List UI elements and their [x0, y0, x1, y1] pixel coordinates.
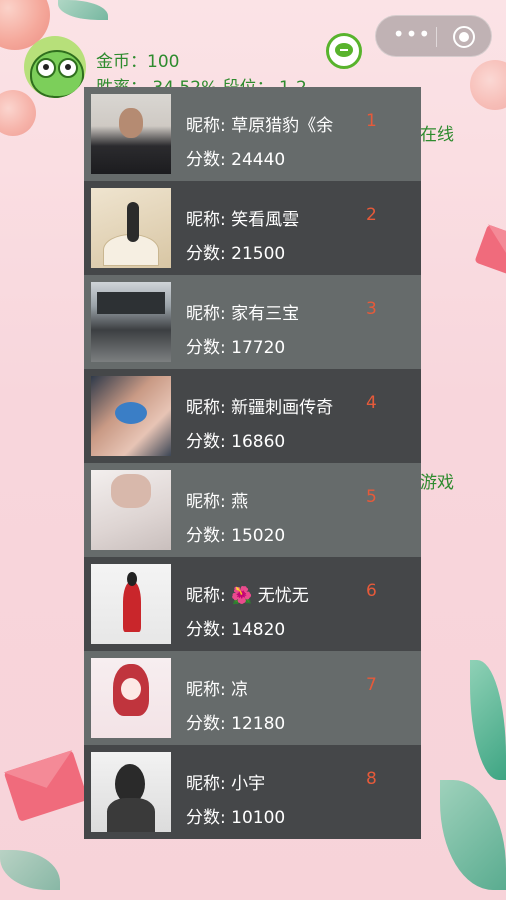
nickname-value: 草原猎豹《余 [231, 116, 334, 136]
player-score: 分数: 21500 [186, 239, 285, 264]
leaderboard-row[interactable]: 昵称: 家有三宝 分数: 17720 3 [84, 275, 421, 369]
nickname-label: 昵称: [186, 210, 232, 230]
nickname-value: 笑看風雲 [231, 210, 300, 230]
player-score: 分数: 14820 [186, 615, 285, 640]
leaderboard-panel: 昵称: 草原猎豹《余 分数: 24440 1 昵称: 笑看風雲 分数: 2150… [84, 87, 421, 841]
score-label: 分数: [186, 620, 232, 640]
leaf-decoration-bottom-right [440, 780, 506, 890]
leaderboard-row[interactable]: 昵称: 笑看風雲 分数: 21500 2 [84, 181, 421, 275]
nickname-value: 🌺 无忧无 [231, 586, 309, 606]
coins-stat: 金币：100 [96, 47, 179, 72]
leaderboard-row[interactable]: 昵称: 草原猎豹《余 分数: 24440 1 [84, 87, 421, 181]
player-nickname: 昵称: 凉 [186, 675, 248, 700]
score-value: 17720 [231, 338, 286, 358]
leaderboard-row[interactable]: 昵称: 小宇 分数: 10100 8 [84, 745, 421, 839]
player-score: 分数: 10100 [186, 803, 285, 828]
score-label: 分数: [186, 526, 232, 546]
nickname-label: 昵称: [186, 492, 232, 512]
nickname-label: 昵称: [186, 116, 232, 136]
capsule-divider [436, 27, 437, 47]
player-avatar [91, 376, 171, 456]
frog-eye-left [36, 58, 56, 78]
more-dots-icon[interactable]: ••• [390, 24, 434, 46]
nickname-value: 凉 [231, 680, 249, 700]
envelope-decoration-right [474, 224, 506, 276]
coins-label: 金币 [96, 52, 130, 72]
player-rank: 1 [366, 111, 377, 131]
coins-value: 100 [147, 52, 180, 72]
score-label: 分数: [186, 432, 232, 452]
player-avatar [91, 470, 171, 550]
score-value: 12180 [231, 714, 286, 734]
player-rank: 8 [366, 769, 377, 789]
score-value: 14820 [231, 620, 286, 640]
online-label[interactable]: 在线 [420, 120, 454, 145]
player-score: 分数: 24440 [186, 145, 285, 170]
score-label: 分数: [186, 338, 232, 358]
player-nickname: 昵称: 小宇 [186, 769, 265, 794]
player-nickname: 昵称: 燕 [186, 487, 248, 512]
rose-decoration-left [0, 90, 36, 136]
envelope-decoration-left [3, 750, 89, 822]
player-nickname: 昵称: 🌺 无忧无 [186, 581, 309, 606]
nickname-label: 昵称: [186, 586, 232, 606]
leaf-decoration-top [58, 0, 108, 20]
score-label: 分数: [186, 244, 232, 264]
player-rank: 6 [366, 581, 377, 601]
leaderboard-row[interactable]: 昵称: 凉 分数: 12180 7 [84, 651, 421, 745]
player-avatar [91, 658, 171, 738]
nickname-value: 燕 [231, 492, 249, 512]
player-score: 分数: 17720 [186, 333, 285, 358]
leaderboard-row[interactable]: 昵称: 燕 分数: 15020 5 [84, 463, 421, 557]
score-label: 分数: [186, 808, 232, 828]
nickname-label: 昵称: [186, 680, 232, 700]
leaderboard-row[interactable]: 昵称: 新疆刺画传奇 分数: 16860 4 [84, 369, 421, 463]
frog-avatar-icon[interactable] [24, 36, 86, 98]
player-rank: 2 [366, 205, 377, 225]
player-avatar [91, 94, 171, 174]
leaderboard-row[interactable]: 昵称: 🌺 无忧无 分数: 14820 6 [84, 557, 421, 651]
player-nickname: 昵称: 草原猎豹《余 [186, 111, 333, 136]
player-score: 分数: 12180 [186, 709, 285, 734]
player-nickname: 昵称: 笑看風雲 [186, 205, 299, 230]
player-rank: 4 [366, 393, 377, 413]
score-value: 24440 [231, 150, 286, 170]
score-value: 16860 [231, 432, 286, 452]
player-nickname: 昵称: 新疆刺画传奇 [186, 393, 333, 418]
leaf-decoration-bottom-left [0, 850, 60, 890]
player-score: 分数: 16860 [186, 427, 285, 452]
chat-bubble-icon[interactable] [326, 33, 362, 69]
player-avatar [91, 282, 171, 362]
frog-eye-right [58, 58, 78, 78]
games-label[interactable]: 游戏 [420, 468, 454, 493]
close-miniprogram-icon[interactable] [453, 26, 475, 48]
player-score: 分数: 15020 [186, 521, 285, 546]
score-label: 分数: [186, 150, 232, 170]
nickname-value: 新疆刺画传奇 [231, 398, 334, 418]
nickname-value: 小宇 [231, 774, 266, 794]
player-rank: 3 [366, 299, 377, 319]
score-value: 15020 [231, 526, 286, 546]
nickname-label: 昵称: [186, 398, 232, 418]
score-value: 10100 [231, 808, 286, 828]
frog-body [30, 50, 84, 98]
nickname-label: 昵称: [186, 774, 232, 794]
score-value: 21500 [231, 244, 286, 264]
nickname-value: 家有三宝 [231, 304, 300, 324]
player-rank: 5 [366, 487, 377, 507]
player-avatar [91, 188, 171, 268]
frog-mouth [52, 90, 74, 98]
rose-decoration-right [470, 60, 506, 110]
player-rank: 7 [366, 675, 377, 695]
nickname-label: 昵称: [186, 304, 232, 324]
leaf-decoration-right [470, 660, 506, 780]
player-avatar [91, 564, 171, 644]
score-label: 分数: [186, 714, 232, 734]
miniprogram-capsule: ••• [375, 15, 492, 57]
player-nickname: 昵称: 家有三宝 [186, 299, 299, 324]
player-avatar [91, 752, 171, 832]
coins-colon: ： [130, 52, 147, 72]
